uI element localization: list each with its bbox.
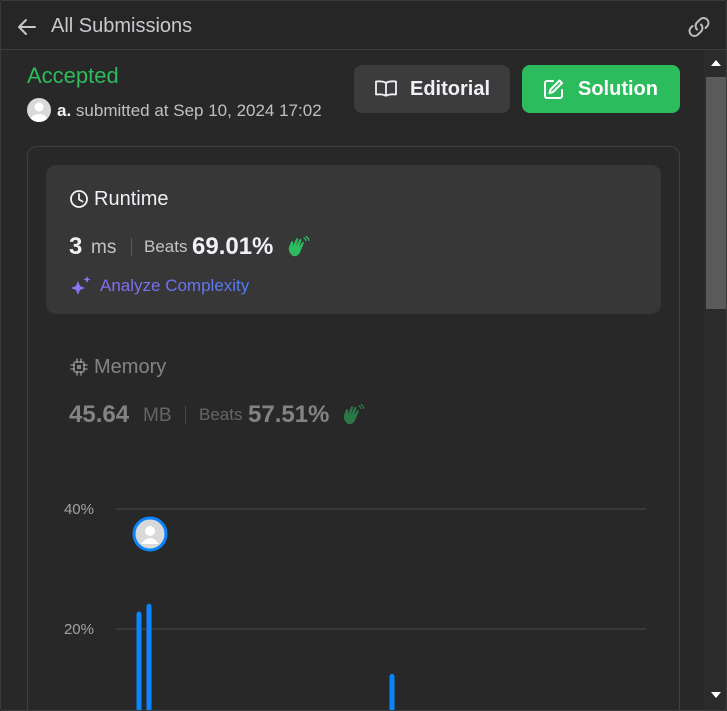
runtime-distribution-chart[interactable]: 40% 20% xyxy=(51,491,661,711)
submitter-info: a. submitted at Sep 10, 2024 17:02 xyxy=(57,101,322,121)
memory-beats-label: Beats xyxy=(199,405,243,424)
solution-button-label: Solution xyxy=(578,77,658,100)
submission-panel: All Submissions Accepted a. submitted at… xyxy=(0,0,727,711)
clapping-hands-icon xyxy=(288,235,310,257)
submitter-username[interactable]: a. xyxy=(57,101,71,120)
clock-icon xyxy=(70,190,88,208)
header-bar: All Submissions xyxy=(1,1,726,50)
editorial-button-label: Editorial xyxy=(410,77,491,100)
y-tick-label: 20% xyxy=(64,621,94,638)
editorial-button[interactable]: Editorial xyxy=(354,65,510,113)
sparkle-icon xyxy=(71,276,91,295)
runtime-label: Runtime xyxy=(94,188,169,210)
y-tick-label: 40% xyxy=(64,501,94,518)
user-avatar-icon xyxy=(30,102,48,122)
avatar[interactable] xyxy=(27,98,51,122)
scroll-up-arrow-icon[interactable] xyxy=(706,55,726,71)
edit-pencil-icon xyxy=(544,79,563,99)
clapping-hands-icon xyxy=(343,403,365,425)
chart-bar[interactable] xyxy=(146,603,152,711)
memory-label[interactable]: Memory xyxy=(94,356,166,379)
memory-value: 45.64 xyxy=(69,401,130,428)
divider xyxy=(131,238,132,256)
cpu-chip-icon xyxy=(70,358,88,376)
runtime-beats-value: 69.01% xyxy=(192,233,274,260)
memory-unit: MB xyxy=(143,405,172,426)
chart-bar[interactable] xyxy=(389,674,395,711)
arrow-left-icon[interactable] xyxy=(15,15,39,39)
scrollbar-thumb[interactable] xyxy=(706,77,726,309)
user-avatar-icon xyxy=(145,526,155,536)
submission-status: Accepted xyxy=(27,63,119,88)
runtime-unit: ms xyxy=(91,237,117,258)
all-submissions-link[interactable]: All Submissions xyxy=(51,15,192,38)
memory-beats-value: 57.51% xyxy=(248,401,330,428)
analyze-complexity-link[interactable]: Analyze Complexity xyxy=(100,276,249,296)
solution-button[interactable]: Solution xyxy=(522,65,680,113)
book-open-icon xyxy=(375,80,397,97)
runtime-value: 3 xyxy=(69,233,83,260)
link-icon[interactable] xyxy=(685,14,713,40)
scroll-down-arrow-icon[interactable] xyxy=(706,687,726,703)
submitted-at-text: submitted at Sep 10, 2024 17:02 xyxy=(71,101,322,120)
chart-bar[interactable] xyxy=(136,611,142,711)
divider xyxy=(185,406,186,424)
runtime-beats-label: Beats xyxy=(144,237,188,256)
